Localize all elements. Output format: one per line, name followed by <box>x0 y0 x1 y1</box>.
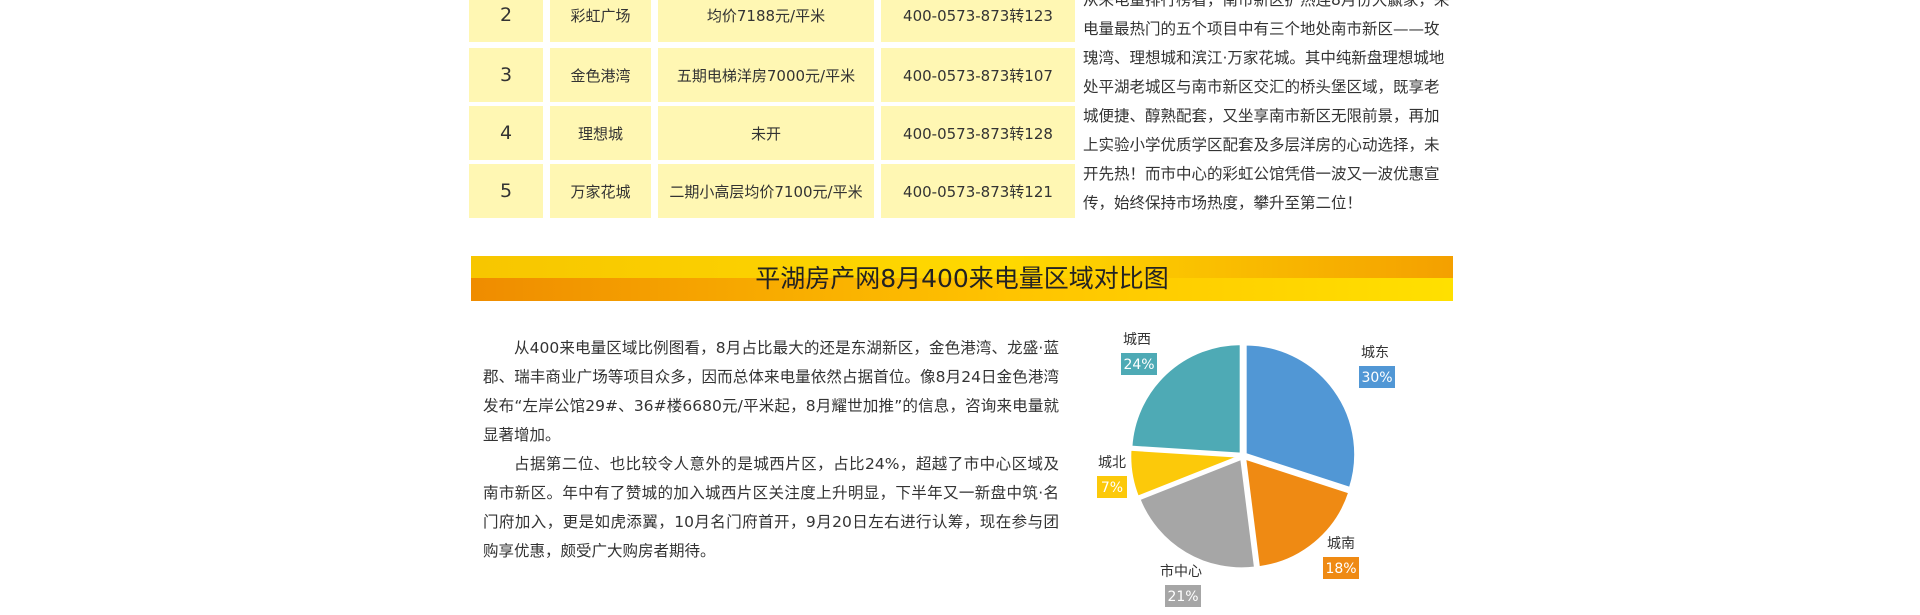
rank-cell: 2 <box>469 0 543 42</box>
article-paragraph: 占据第二位、也比较令人意外的是城西片区，占比24%，超越了市中心区域及南市新区。… <box>483 455 1059 560</box>
slice-value-label: 21% <box>1167 589 1198 605</box>
price-cell: 均价7188元/平米 <box>658 0 874 42</box>
analysis-article: 从400来电量区域比例图看，8月占比最大的还是东湖新区，金色港湾、龙盛·蓝郡、瑞… <box>483 334 1059 566</box>
slice-name-label: 城西 <box>1123 332 1151 348</box>
price-cell: 二期小高层均价7100元/平米 <box>658 164 874 218</box>
slice-value-label: 7% <box>1101 480 1123 496</box>
slice-value-label: 18% <box>1325 561 1356 577</box>
price-cell: 未开 <box>658 106 874 160</box>
region-share-pie-chart: 城东 30% 城南 18% 市中心 21% 城北 7% 城西 24% <box>1097 332 1395 607</box>
slice-value-label: 30% <box>1361 370 1392 386</box>
article-paragraph: 从400来电量区域比例图看，8月占比最大的还是东湖新区，金色港湾、龙盛·蓝郡、瑞… <box>483 339 1059 444</box>
slice-name-label: 城东 <box>1361 345 1389 361</box>
slice-name-label: 城南 <box>1327 536 1355 552</box>
section-banner: 平湖房产网8月400来电量区域对比图 <box>471 256 1453 301</box>
phone-cell: 400-0573-873转123 <box>881 0 1075 42</box>
rank-cell: 4 <box>469 106 543 160</box>
rank-cell: 5 <box>469 164 543 218</box>
slice-name-label: 市中心 <box>1160 563 1202 580</box>
project-name-cell: 彩虹广场 <box>550 0 651 42</box>
rank-cell: 3 <box>469 48 543 102</box>
price-cell: 五期电梯洋房7000元/平米 <box>658 48 874 102</box>
section-title: 平湖房产网8月400来电量区域对比图 <box>755 264 1169 293</box>
slice-name-label: 城北 <box>1098 455 1126 471</box>
phone-cell: 400-0573-873转128 <box>881 106 1075 160</box>
project-name-cell: 理想城 <box>550 106 651 160</box>
phone-cell: 400-0573-873转107 <box>881 48 1075 102</box>
project-name-cell: 万家花城 <box>550 164 651 218</box>
project-name-cell: 金色港湾 <box>550 48 651 102</box>
ranking-commentary: 从来电量排行榜看，南市新区扩热连8月份大赢家，来电量最热门的五个项目中有三个地处… <box>1083 0 1450 212</box>
phone-cell: 400-0573-873转121 <box>881 164 1075 218</box>
slice-value-label: 24% <box>1123 357 1154 373</box>
